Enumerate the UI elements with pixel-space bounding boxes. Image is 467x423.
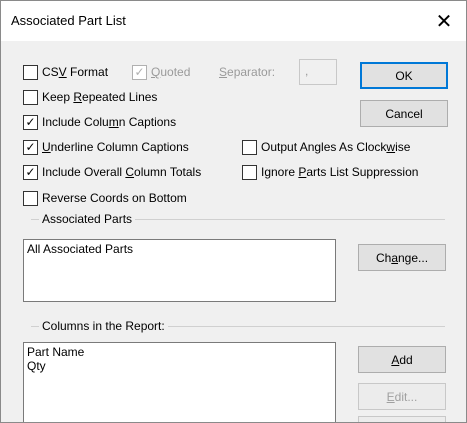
list-item[interactable]: Qty bbox=[27, 359, 332, 373]
change-button[interactable]: Ch a nge... bbox=[358, 244, 446, 271]
csv-format-checkbox-box[interactable] bbox=[23, 64, 38, 80]
output-angles-clockwise-box[interactable] bbox=[242, 139, 257, 155]
columns-list[interactable]: Part Name Qty bbox=[23, 342, 336, 422]
reverse-coords-on-bottom-checkbox[interactable]: Reverse Coords on Bottom bbox=[23, 189, 187, 207]
output-angles-clockwise-label: Output Angles As Clockwise bbox=[261, 140, 411, 154]
ok-button[interactable]: OK bbox=[360, 62, 448, 89]
include-overall-column-totals-checkmark-icon[interactable]: ✓ bbox=[23, 164, 38, 180]
csv-format-label: CSV Format bbox=[42, 65, 109, 79]
separator-input[interactable]: , bbox=[299, 59, 337, 85]
reverse-coords-on-bottom-label: Reverse Coords on Bottom bbox=[42, 191, 187, 205]
list-item[interactable]: All Associated Parts bbox=[27, 242, 332, 256]
edit-button[interactable]: Edit... bbox=[358, 383, 446, 410]
reverse-coords-on-bottom-box[interactable] bbox=[23, 190, 38, 206]
columns-heading: Columns in the Report: bbox=[39, 319, 168, 333]
ignore-parts-list-suppression-box[interactable] bbox=[242, 164, 257, 180]
associated-parts-list[interactable]: All Associated Parts bbox=[23, 239, 336, 302]
include-column-captions-checkmark-icon[interactable]: ✓ bbox=[23, 114, 38, 130]
csv-format-checkbox[interactable]: CSV Format bbox=[23, 63, 108, 81]
include-overall-column-totals-label: Include Overall Column Totals bbox=[42, 165, 202, 179]
quoted-checkbox[interactable]: ✓ Quoted bbox=[132, 63, 190, 81]
associated-parts-heading: Associated Parts bbox=[39, 212, 136, 226]
close-icon[interactable]: ✕ bbox=[422, 1, 466, 41]
underline-column-captions-checkmark-icon[interactable]: ✓ bbox=[23, 139, 38, 155]
keep-repeated-lines-label: Keep Repeated Lines bbox=[42, 90, 158, 104]
cancel-button[interactable]: Cancel bbox=[360, 100, 448, 127]
list-item[interactable]: Part Name bbox=[27, 345, 332, 359]
underline-column-captions-label: Underline Column Captions bbox=[42, 140, 189, 154]
output-angles-clockwise-checkbox[interactable]: Output Angles As Clockwise bbox=[242, 138, 410, 156]
next-button-partial[interactable] bbox=[358, 416, 446, 422]
ignore-parts-list-suppression-checkbox[interactable]: Ignore Parts List Suppression bbox=[242, 163, 418, 181]
ignore-parts-list-suppression-label: Ignore Parts List Suppression bbox=[261, 165, 419, 179]
keep-repeated-lines-box[interactable] bbox=[23, 89, 38, 105]
separator-label: Separator: bbox=[219, 65, 276, 79]
include-column-captions-label: Include Column Captions bbox=[42, 115, 177, 129]
include-overall-column-totals-checkbox[interactable]: ✓ Include Overall Column Totals bbox=[23, 163, 201, 181]
quoted-checkmark-icon[interactable]: ✓ bbox=[132, 64, 147, 80]
title-bar: Associated Part List ✕ bbox=[1, 1, 466, 41]
keep-repeated-lines-checkbox[interactable]: Keep Repeated Lines bbox=[23, 88, 157, 106]
window-title: Associated Part List bbox=[11, 13, 126, 28]
underline-column-captions-checkbox[interactable]: ✓ Underline Column Captions bbox=[23, 138, 189, 156]
associated-part-list-dialog: Associated Part List ✕ CSV Format ✓ Quot… bbox=[0, 0, 467, 423]
add-button[interactable]: Add bbox=[358, 346, 446, 373]
include-column-captions-checkbox[interactable]: ✓ Include Column Captions bbox=[23, 113, 176, 131]
quoted-label: Quoted bbox=[151, 65, 191, 79]
